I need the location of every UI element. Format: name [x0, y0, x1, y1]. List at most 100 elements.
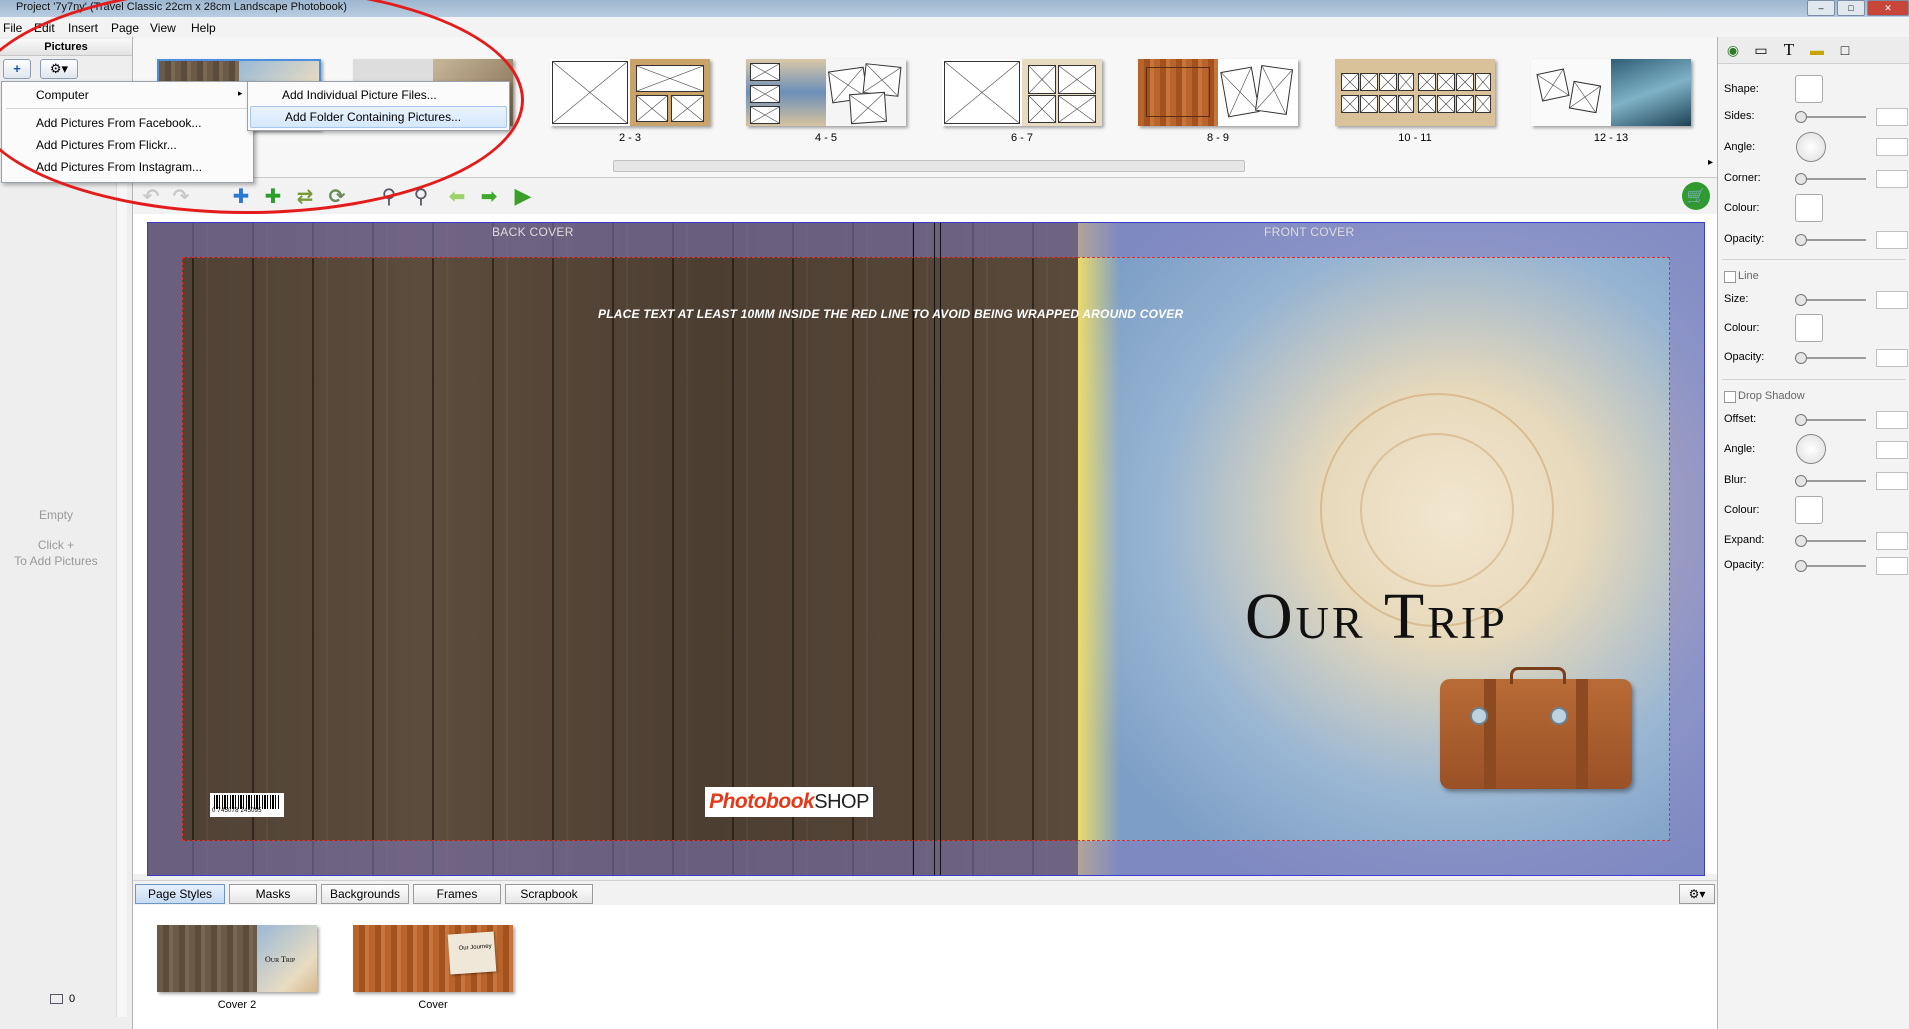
offset-value[interactable] [1876, 411, 1908, 429]
rotate-icon[interactable]: ⟳ [325, 184, 349, 208]
add-page-icon[interactable]: ✚ [229, 184, 253, 208]
maximize-icon[interactable]: □ [1837, 0, 1865, 16]
sides-slider[interactable] [1795, 111, 1866, 123]
zoom-in-icon[interactable]: ⚲ [409, 184, 433, 208]
corner-slider[interactable] [1795, 173, 1866, 185]
pictures-settings-button[interactable]: ⚙▾ [40, 59, 78, 79]
blur-slider[interactable] [1795, 475, 1866, 487]
line-checkbox[interactable] [1724, 271, 1736, 283]
angle-dial[interactable] [1796, 132, 1826, 162]
corner-value[interactable] [1876, 170, 1908, 188]
sides-value[interactable] [1876, 108, 1908, 126]
shape-picker[interactable] [1795, 75, 1823, 103]
thumb-image [1218, 59, 1298, 126]
cover-title-text[interactable]: Our Trip [1245, 579, 1508, 655]
menu-view[interactable]: View [150, 21, 176, 35]
shadow-opacity-slider[interactable] [1795, 560, 1866, 572]
blur-value[interactable] [1876, 472, 1908, 490]
opacity-value[interactable] [1876, 231, 1908, 249]
pictures-scrollbar[interactable] [116, 97, 127, 1017]
corner-label: Corner: [1724, 172, 1761, 184]
page-style-cover-2[interactable]: Our Trip [157, 925, 317, 992]
menu-insert[interactable]: Insert [68, 21, 98, 35]
menu-help[interactable]: Help [191, 21, 216, 35]
previous-page-icon[interactable]: ⬅ [445, 184, 469, 208]
thumb-image [1022, 59, 1102, 126]
menu-file[interactable]: File [3, 21, 22, 35]
move-page-icon[interactable]: ⇄ [293, 184, 317, 208]
menu-item-add-folder[interactable]: Add Folder Containing Pictures... [250, 106, 507, 128]
picture-placeholder [1341, 73, 1359, 91]
suitcase-image[interactable] [1440, 667, 1632, 789]
page-thumb-label: 6 - 7 [1010, 132, 1033, 144]
preview-play-icon[interactable]: ▶ [511, 183, 535, 208]
close-icon[interactable]: ✕ [1867, 0, 1909, 16]
page-strip-scrollbar[interactable] [613, 160, 1245, 172]
page-thumb-2-3[interactable] [550, 59, 710, 126]
thumb-image [826, 59, 906, 126]
shadow-opacity-value[interactable] [1876, 557, 1908, 575]
insert-page-icon[interactable]: ✚ [261, 184, 285, 208]
tab-frames[interactable]: Frames [413, 884, 501, 904]
picture-placeholder [1418, 73, 1436, 91]
menu-page[interactable]: Page [111, 21, 139, 35]
text-tool-icon[interactable]: T [1778, 41, 1800, 59]
cover-spread[interactable]: BACK COVER FRONT COVER PLACE TEXT AT LEA… [147, 222, 1705, 876]
picture-placeholder [1456, 73, 1474, 91]
line-size-value[interactable] [1876, 291, 1908, 309]
shadow-angle-value[interactable] [1876, 441, 1908, 459]
styles-settings-button[interactable]: ⚙▾ [1679, 884, 1715, 904]
page-icon[interactable]: □ [1834, 41, 1856, 59]
angle-value[interactable] [1876, 138, 1908, 156]
fill-colour-swatch[interactable] [1795, 194, 1823, 222]
next-page-icon[interactable]: ➡ [477, 184, 501, 208]
main-toolbar: ↶ ↷ ✚ ✚ ⇄ ⟳ ⚲ ⚲ ⬅ ➡ ▶ 🛒 [133, 178, 1717, 215]
page-thumb-6-7[interactable] [942, 59, 1102, 126]
page-thumb-4-5[interactable] [746, 59, 906, 126]
zoom-out-icon[interactable]: ⚲ [377, 184, 401, 208]
line-colour-swatch[interactable] [1795, 314, 1823, 342]
expand-slider[interactable] [1795, 535, 1866, 547]
shadow-colour-swatch[interactable] [1795, 496, 1823, 524]
undo-icon[interactable]: ↶ [139, 184, 163, 208]
angle-label: Angle: [1724, 141, 1756, 153]
menu-item-computer[interactable]: Computer [2, 85, 251, 105]
menu-edit[interactable]: Edit [34, 21, 55, 35]
expand-value[interactable] [1876, 532, 1908, 550]
drop-shadow-checkbox[interactable] [1724, 391, 1736, 403]
page-thumb-12-13[interactable] [1531, 59, 1691, 126]
picture-placeholder [671, 95, 704, 122]
page-thumb-10-11[interactable] [1335, 59, 1495, 126]
page-style-label: Cover 2 [217, 999, 257, 1011]
menu-item-instagram[interactable]: Add Pictures From Instagram... [2, 157, 202, 177]
tab-masks[interactable]: Masks [229, 884, 317, 904]
menu-item-facebook[interactable]: Add Pictures From Facebook... [2, 113, 201, 133]
picture-placeholder [750, 63, 780, 81]
shadow-opacity-label: Opacity: [1724, 559, 1765, 571]
ruler-icon[interactable]: ▬ [1806, 41, 1828, 59]
line-size-slider[interactable] [1795, 294, 1866, 306]
offset-slider[interactable] [1795, 414, 1866, 426]
page-thumb-label: 8 - 9 [1206, 132, 1229, 144]
line-opacity-slider[interactable] [1795, 352, 1866, 364]
opacity-label: Opacity: [1724, 233, 1765, 245]
minimize-icon[interactable]: – [1807, 0, 1835, 16]
shopping-cart-icon[interactable]: 🛒 [1682, 182, 1710, 210]
tab-scrapbook[interactable]: Scrapbook [505, 884, 593, 904]
page-style-cover[interactable]: Our Journey [353, 925, 513, 992]
menu-item-add-picture-files[interactable]: Add Individual Picture Files... [248, 85, 437, 105]
picture-placeholder [1437, 73, 1455, 91]
opacity-slider[interactable] [1795, 234, 1866, 246]
scroll-right-icon[interactable]: ▸ [1708, 157, 1713, 168]
frame-tool-icon[interactable]: ▭ [1750, 41, 1772, 59]
line-opacity-value[interactable] [1876, 349, 1908, 367]
shape-tool-icon[interactable]: ◉ [1722, 41, 1744, 59]
menu-item-flickr[interactable]: Add Pictures From Flickr... [2, 135, 177, 155]
tab-backgrounds[interactable]: Backgrounds [321, 884, 409, 904]
line-size-label: Size: [1724, 293, 1749, 305]
tab-page-styles[interactable]: Page Styles [135, 884, 225, 904]
redo-icon[interactable]: ↷ [169, 184, 193, 208]
shadow-angle-dial[interactable] [1796, 434, 1826, 464]
page-thumb-8-9[interactable] [1138, 59, 1298, 126]
add-pictures-button[interactable]: + [3, 59, 31, 79]
